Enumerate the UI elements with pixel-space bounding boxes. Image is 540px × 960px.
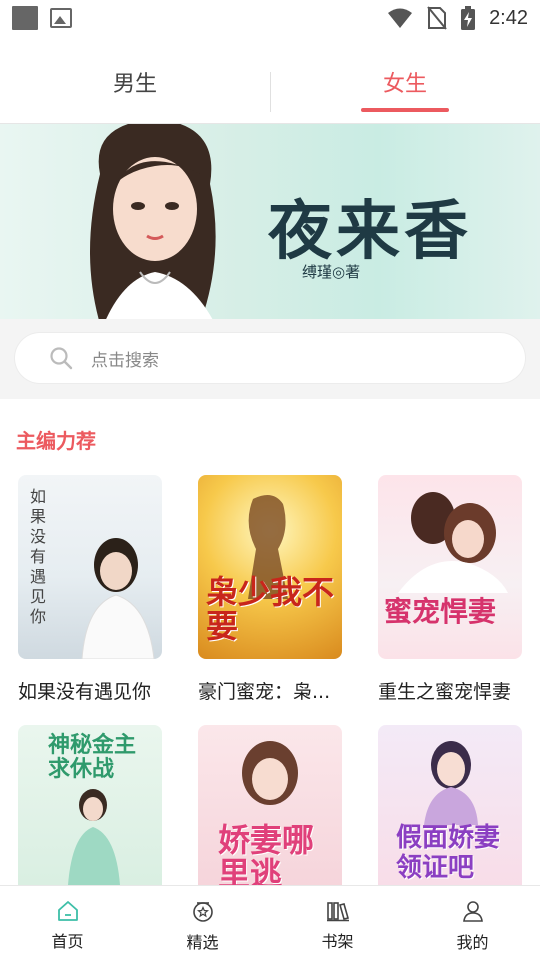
wifi-icon	[388, 8, 413, 28]
cover-illustration	[398, 492, 508, 593]
cover-illustration	[68, 789, 120, 885]
status-bar: 2:42	[0, 0, 540, 36]
book-cover[interactable]: 蜜宠悍妻	[378, 475, 522, 659]
book-cover[interactable]: 枭少我不要	[198, 475, 342, 659]
battery-charging-icon	[461, 6, 476, 30]
recommend-section: 主编力荐 如果没有遇见你 如果没有遇见你 枭少我不要 豪门蜜宠：枭... 蜜宠悍…	[0, 399, 540, 885]
book-card[interactable]: 神秘金主求休战	[18, 725, 162, 885]
nav-profile-label: 我的	[456, 933, 489, 952]
cover-illustration	[424, 741, 478, 825]
cover-text: 娇妻哪里逃	[218, 821, 315, 885]
book-cover[interactable]: 假面娇妻领证吧	[378, 725, 522, 885]
star-badge-icon	[192, 902, 213, 922]
status-time: 2:42	[489, 6, 528, 29]
home-icon	[57, 901, 78, 921]
tab-male[interactable]: 男生	[0, 36, 270, 123]
bookshelf-icon	[326, 902, 349, 922]
book-card[interactable]: 如果没有遇见你 如果没有遇见你	[18, 475, 162, 704]
bottom-navigation: 首页 精选 书架 我的	[0, 885, 540, 960]
section-title: 主编力荐	[16, 429, 96, 453]
nav-home[interactable]: 首页	[0, 886, 135, 960]
tab-female[interactable]: 女生	[270, 36, 540, 123]
book-card[interactable]: 假面娇妻领证吧	[378, 725, 522, 885]
cover-text: 蜜宠悍妻	[384, 595, 497, 628]
nav-home-label: 首页	[51, 932, 84, 951]
image-notification-icon	[50, 8, 72, 28]
cover-text: 如果没有遇见你	[30, 487, 47, 626]
tab-divider	[270, 72, 271, 112]
search-area: 点击搜索	[0, 319, 540, 399]
nav-profile[interactable]: 我的	[405, 886, 540, 960]
cover-text: 假面娇妻领证吧	[396, 823, 501, 883]
nav-bookshelf-label: 书架	[321, 932, 354, 951]
banner-author: 缚瑾◎著	[302, 263, 361, 281]
cover-text: 枭少我不要	[206, 573, 335, 645]
book-card[interactable]: 枭少我不要 豪门蜜宠：枭...	[198, 475, 342, 704]
no-sim-icon	[427, 6, 447, 30]
cover-illustration	[81, 538, 155, 659]
banner-illustration	[90, 124, 216, 319]
book-cover[interactable]: 娇妻哪里逃	[198, 725, 342, 885]
book-cover[interactable]: 神秘金主求休战	[18, 725, 162, 885]
book-cover[interactable]: 如果没有遇见你	[18, 475, 162, 659]
book-title: 如果没有遇见你	[18, 681, 152, 703]
book-card[interactable]: 娇妻哪里逃	[198, 725, 342, 885]
nav-bookshelf[interactable]: 书架	[270, 886, 405, 960]
search-icon	[50, 347, 73, 370]
book-card[interactable]: 蜜宠悍妻 重生之蜜宠悍妻	[378, 475, 522, 704]
book-title: 豪门蜜宠：枭...	[198, 681, 331, 703]
user-icon	[462, 901, 483, 922]
cover-text: 神秘金主求休战	[48, 732, 137, 782]
search-placeholder: 点击搜索	[91, 350, 159, 371]
notification-square-icon	[12, 6, 38, 30]
cover-illustration	[242, 741, 298, 805]
nav-featured-label: 精选	[186, 933, 219, 952]
search-input[interactable]: 点击搜索	[15, 333, 525, 383]
promo-banner[interactable]: 夜来香 缚瑾◎著	[0, 124, 540, 319]
book-title: 重生之蜜宠悍妻	[378, 681, 512, 703]
nav-featured[interactable]: 精选	[135, 886, 270, 960]
banner-title: 夜来香	[268, 194, 472, 269]
